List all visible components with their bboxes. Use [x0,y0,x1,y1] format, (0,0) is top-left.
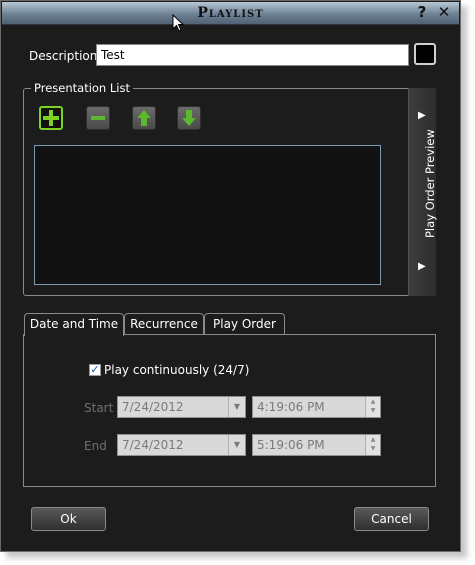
end-label: End [84,439,107,453]
move-up-button[interactable] [132,106,156,130]
end-time-picker[interactable]: 5:19:06 PM ▲ ▼ [252,434,381,456]
play-continuously-label: Play continuously (24/7) [104,363,250,377]
move-up-icon [137,110,151,126]
presentation-listbox[interactable] [34,145,381,285]
title-bar[interactable]: Playlist ? ✕ [2,2,459,25]
expand-arrow-icon-bottom[interactable]: ▶ [418,261,426,272]
tab-date-and-time[interactable]: Date and Time [24,313,124,336]
cancel-button[interactable]: Cancel [354,507,429,531]
remove-icon [91,116,105,120]
chevron-down-icon[interactable]: ▼ [228,397,245,417]
start-label: Start [84,401,114,415]
play-order-preview-label: Play Order Preview [423,129,437,238]
mouse-cursor-icon [172,14,184,32]
dialog-title: Playlist [197,5,264,21]
help-button[interactable]: ? [413,3,431,21]
description-label: Description: [29,49,102,63]
end-date-picker[interactable]: 7/24/2012 ▼ [117,434,246,456]
play-continuously-checkbox[interactable]: ✓ [89,364,101,376]
ok-button[interactable]: Ok [31,507,106,531]
add-icon [43,110,59,126]
end-time-value: 5:19:06 PM [257,438,325,452]
presentation-list-title: Presentation List [31,81,133,95]
start-date-value: 7/24/2012 [122,400,184,414]
color-picker-button[interactable] [414,43,436,65]
end-date-value: 7/24/2012 [122,438,184,452]
move-down-button[interactable] [177,106,201,130]
add-presentation-button[interactable] [39,106,63,130]
start-time-value: 4:19:06 PM [257,400,325,414]
close-button[interactable]: ✕ [435,3,453,21]
start-time-spinner[interactable]: ▲ ▼ [365,397,380,417]
chevron-down-icon[interactable]: ▼ [228,435,245,455]
description-input[interactable] [96,44,409,66]
tab-play-order[interactable]: Play Order [204,313,285,335]
move-down-icon [182,110,196,126]
remove-presentation-button[interactable] [86,106,110,130]
tab-recurrence[interactable]: Recurrence [124,313,204,335]
play-order-preview-panel[interactable]: ▶ Play Order Preview ▶ [408,88,437,296]
start-date-picker[interactable]: 7/24/2012 ▼ [117,396,246,418]
expand-arrow-icon[interactable]: ▶ [418,110,426,121]
start-time-picker[interactable]: 4:19:06 PM ▲ ▼ [252,396,381,418]
end-time-spinner[interactable]: ▲ ▼ [365,435,380,455]
